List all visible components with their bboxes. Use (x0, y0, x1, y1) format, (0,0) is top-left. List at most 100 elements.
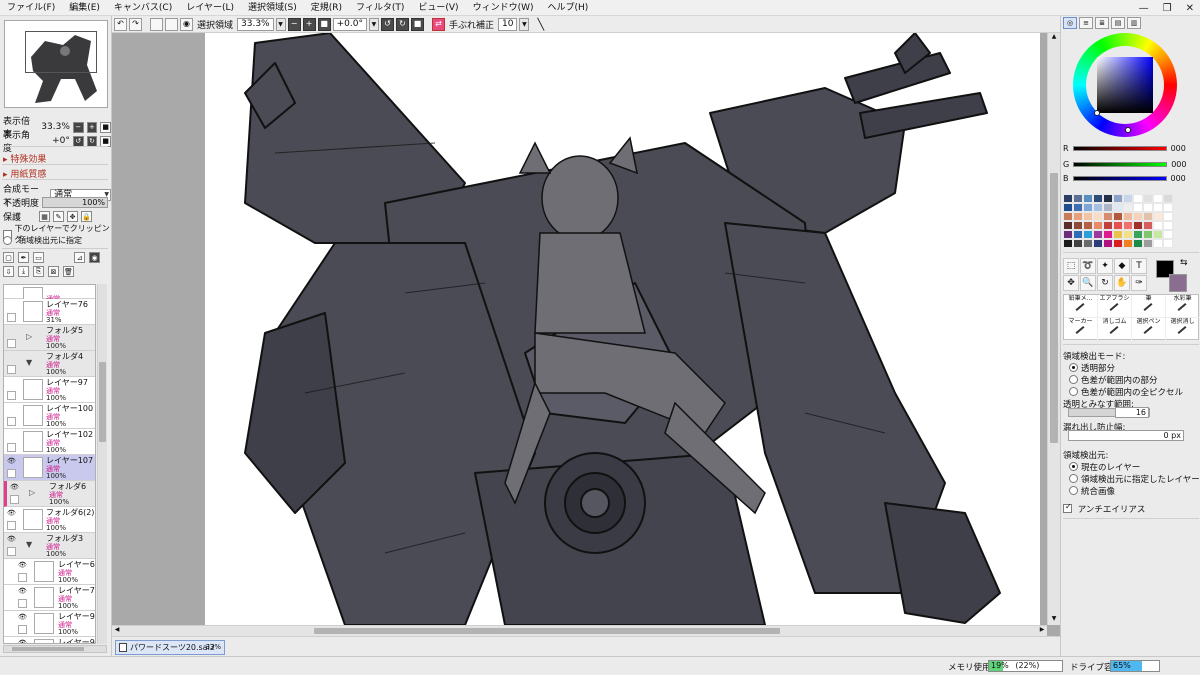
detect-mode-radio[interactable] (1069, 387, 1078, 396)
move-icon[interactable]: ✥ (1063, 275, 1079, 291)
layer-mask-icon[interactable]: ◉ (89, 252, 100, 263)
color-swatch[interactable] (1123, 212, 1133, 221)
layer-list-scrollbar[interactable] (97, 284, 107, 644)
layer-lock-icon[interactable] (7, 469, 16, 478)
folder-closed-icon[interactable]: ▷ (26, 332, 32, 341)
rotate-right-button[interactable]: ↻ (395, 17, 409, 31)
layer-lock-icon[interactable] (7, 313, 16, 322)
visibility-eye-icon[interactable] (7, 287, 17, 297)
color-swatch[interactable] (1143, 203, 1153, 212)
menu-item-5[interactable]: 定規(R) (304, 0, 349, 16)
hue-cursor[interactable] (1125, 127, 1131, 133)
color-swatch[interactable] (1123, 239, 1133, 248)
transfer-down-icon[interactable]: ⇩ (3, 266, 14, 277)
visibility-eye-icon[interactable] (7, 431, 17, 441)
range-value[interactable]: 16 (1115, 407, 1149, 418)
clear-layer-icon[interactable]: ⊠ (48, 266, 59, 277)
sv-cursor[interactable] (1094, 110, 1100, 116)
saturation-value-square[interactable] (1097, 57, 1153, 113)
color-swatch[interactable] (1113, 239, 1123, 248)
brush-slot[interactable]: 水彩筆 (1166, 295, 1200, 318)
color-swatch[interactable] (1153, 221, 1163, 230)
color-swatch[interactable] (1113, 203, 1123, 212)
color-swatch[interactable] (1113, 212, 1123, 221)
delete-layer-icon[interactable]: 🗑 (63, 266, 74, 277)
color-swatch[interactable] (1063, 194, 1073, 203)
left-panel-hscrollbar[interactable] (3, 645, 107, 653)
layer-row[interactable]: レイヤー102 通常 100% (4, 429, 95, 455)
shape-icon[interactable]: ◆ (1114, 258, 1130, 274)
layer-folder-row[interactable]: ▷ フォルダ5 通常 100% (4, 325, 95, 351)
layer-row[interactable]: レイヤー97 通常 100% (4, 377, 95, 403)
detect-source-radio[interactable] (1069, 462, 1078, 471)
layer-lock-icon[interactable] (7, 391, 16, 400)
color-swatch[interactable] (1163, 239, 1173, 248)
color-swatch[interactable] (1103, 221, 1113, 230)
color-swatch[interactable] (1073, 230, 1083, 239)
color-swatch[interactable] (1153, 239, 1163, 248)
menu-item-9[interactable]: ヘルプ(H) (541, 0, 596, 16)
color-swatch[interactable] (1123, 221, 1133, 230)
stabilizer-field[interactable]: 10 (497, 17, 518, 31)
menu-item-3[interactable]: レイヤー(L) (179, 0, 241, 16)
rotate-icon[interactable]: ↻ (1097, 275, 1113, 291)
navigator-preview[interactable] (4, 20, 108, 108)
layer-lock-icon[interactable] (18, 599, 27, 608)
rotate-reset-button[interactable]: ■ (410, 17, 424, 31)
antialias-row[interactable]: ✓ アンチエイリアス (1063, 502, 1145, 515)
color-swatch[interactable] (1063, 239, 1073, 248)
visibility-eye-icon[interactable]: 👁 (18, 587, 28, 597)
zoom-reset-button[interactable]: ■ (317, 17, 331, 31)
color-swatch[interactable] (1143, 239, 1153, 248)
leak-value[interactable]: 0 px (1068, 430, 1184, 441)
layer-list-scroll-thumb[interactable] (99, 362, 106, 442)
visibility-eye-icon[interactable] (7, 327, 17, 337)
color-swatch[interactable] (1073, 194, 1083, 203)
protect-transparency-icon[interactable]: ▦ (39, 211, 51, 222)
brush-slot[interactable]: 鉛筆メ... (1064, 295, 1098, 318)
visibility-eye-icon[interactable] (7, 353, 17, 363)
detect-mode-radio[interactable] (1069, 375, 1078, 384)
color-swatch[interactable] (1163, 203, 1173, 212)
zoom-in-button[interactable]: + (302, 17, 316, 31)
color-swatch[interactable] (1113, 230, 1123, 239)
eye-icon[interactable]: ◉ (180, 17, 193, 31)
color-swatch[interactable] (1073, 212, 1083, 221)
layer-lock-icon[interactable] (18, 625, 27, 634)
rotate-left-mini-button[interactable]: ↺ (72, 135, 84, 147)
layer-row[interactable]: レイヤー100 通常 100% (4, 403, 95, 429)
color-swatch[interactable] (1063, 221, 1073, 230)
layer-folder-row[interactable]: 👁 ▷ フォルダ6 通常 100% (4, 481, 95, 507)
minimize-button[interactable]: — (1139, 3, 1149, 14)
color-wheel[interactable] (1073, 33, 1177, 137)
color-swatch[interactable] (1073, 203, 1083, 212)
hand-icon[interactable]: ✋ (1114, 275, 1130, 291)
visibility-eye-icon[interactable]: 👁 (7, 509, 17, 519)
brush-slot[interactable]: 筆 (1132, 295, 1166, 318)
layer-lock-icon[interactable] (7, 339, 16, 348)
color-swatch[interactable] (1103, 203, 1113, 212)
r-slider[interactable] (1072, 146, 1167, 151)
layer-lock-icon[interactable] (7, 547, 16, 556)
deselect-icon[interactable] (150, 17, 163, 31)
antialias-checkbox[interactable]: ✓ (1063, 502, 1072, 513)
menu-item-2[interactable]: キャンバス(C) (107, 0, 179, 16)
magic-wand-icon[interactable]: ✦ (1097, 258, 1113, 274)
color-swatch[interactable] (1133, 230, 1143, 239)
navigator-viewport[interactable] (25, 31, 97, 73)
visibility-eye-icon[interactable]: 👁 (18, 639, 28, 643)
undo-icon[interactable]: ↶ (114, 17, 127, 31)
color-swatch[interactable] (1103, 239, 1113, 248)
color-swatch[interactable] (1083, 212, 1093, 221)
layer-lock-icon[interactable] (7, 365, 16, 374)
color-swatch[interactable] (1143, 230, 1153, 239)
new-folder-icon[interactable]: ▭ (33, 252, 44, 263)
color-swatch[interactable] (1143, 221, 1153, 230)
color-swatch[interactable] (1083, 203, 1093, 212)
redo-icon[interactable]: ↷ (129, 17, 142, 31)
color-swatch[interactable] (1133, 221, 1143, 230)
brush-slot[interactable]: 消しゴム (1098, 318, 1132, 341)
lasso-icon[interactable]: ➰ (1080, 258, 1096, 274)
color-swatch[interactable] (1103, 230, 1113, 239)
color-swatch[interactable] (1113, 194, 1123, 203)
